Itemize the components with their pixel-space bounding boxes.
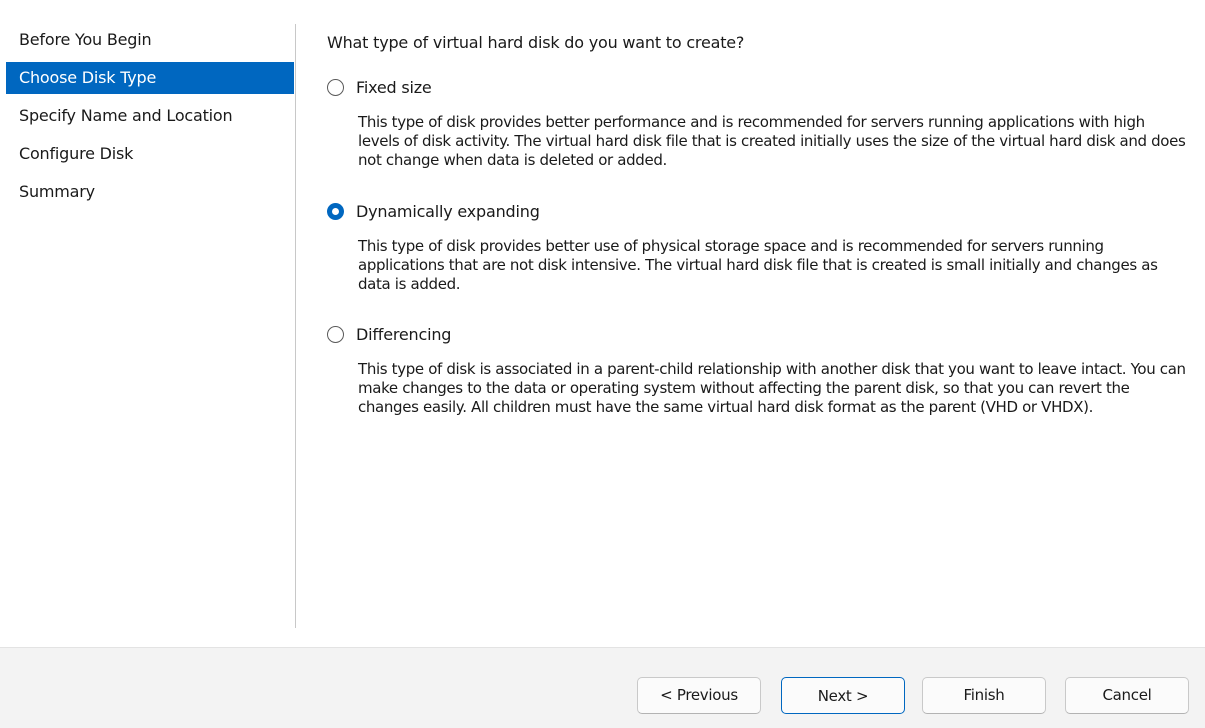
sidebar-item-before-you-begin[interactable]: Before You Begin [6,24,294,56]
sidebar-item-configure-disk[interactable]: Configure Disk [6,138,294,170]
page-question: What type of virtual hard disk do you wa… [327,33,745,52]
dynamically-expanding-radio-row[interactable]: Dynamically expanding [327,198,540,224]
differencing-label[interactable]: Differencing [356,325,451,344]
sidebar-item-summary[interactable]: Summary [6,176,294,208]
dynamically-expanding-radio[interactable] [327,202,344,220]
wizard-steps-sidebar: Before You Begin Choose Disk Type Specif… [6,24,294,214]
sidebar-divider [295,24,296,628]
previous-button[interactable]: < Previous [637,677,761,714]
fixed-size-radio[interactable] [327,78,344,96]
cancel-button[interactable]: Cancel [1065,677,1189,714]
fixed-size-radio-row[interactable]: Fixed size [327,74,432,100]
finish-button[interactable]: Finish [922,677,1046,714]
fixed-size-label[interactable]: Fixed size [356,78,432,97]
fixed-size-description: This type of disk provides better perfor… [358,113,1186,169]
differencing-description: This type of disk is associated in a par… [358,360,1186,416]
differencing-radio[interactable] [327,325,344,343]
option-differencing[interactable]: Differencing [327,321,451,347]
sidebar-item-choose-disk-type[interactable]: Choose Disk Type [6,62,294,94]
main-content: What type of virtual hard disk do you wa… [327,30,1187,416]
wizard-footer: < Previous Next > Finish Cancel [0,647,1205,728]
dynamically-expanding-description: This type of disk provides better use of… [358,237,1158,293]
next-button[interactable]: Next > [781,677,905,714]
option-dynamically-expanding[interactable]: Dynamically expanding [327,198,540,224]
dynamically-expanding-label[interactable]: Dynamically expanding [356,202,540,221]
sidebar-item-specify-name-and-location[interactable]: Specify Name and Location [6,100,294,132]
differencing-radio-row[interactable]: Differencing [327,321,451,347]
option-fixed-size[interactable]: Fixed size [327,74,432,100]
